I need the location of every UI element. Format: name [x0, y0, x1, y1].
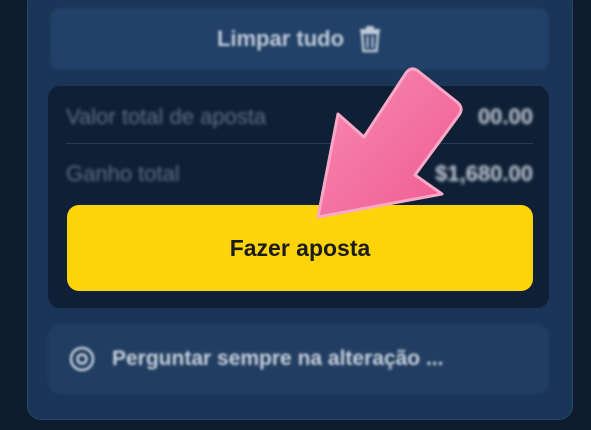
- total-win-label: Ganho total: [66, 161, 180, 186]
- place-bet-button[interactable]: Fazer aposta: [67, 205, 533, 291]
- odds-change-label: Perguntar sempre na alteração ...: [112, 347, 444, 370]
- trash-icon: [358, 25, 382, 53]
- bet-slip-screen: Limpar tudo Valor total de aposta 00.00 …: [0, 0, 591, 430]
- total-win-value: $1,680.00: [435, 161, 533, 186]
- clear-all-label: Limpar tudo: [216, 26, 345, 51]
- total-win-row: Ganho total $1,680.00: [66, 157, 533, 191]
- gear-icon: [68, 345, 96, 373]
- total-stake-row: Valor total de aposta 00.00: [66, 100, 533, 134]
- summary-divider: [66, 143, 533, 144]
- total-stake-label: Valor total de aposta: [66, 104, 267, 129]
- odds-change-setting[interactable]: Perguntar sempre na alteração ...: [48, 324, 549, 394]
- total-stake-value: 00.00: [477, 104, 533, 129]
- clear-all-button[interactable]: Limpar tudo: [50, 8, 549, 70]
